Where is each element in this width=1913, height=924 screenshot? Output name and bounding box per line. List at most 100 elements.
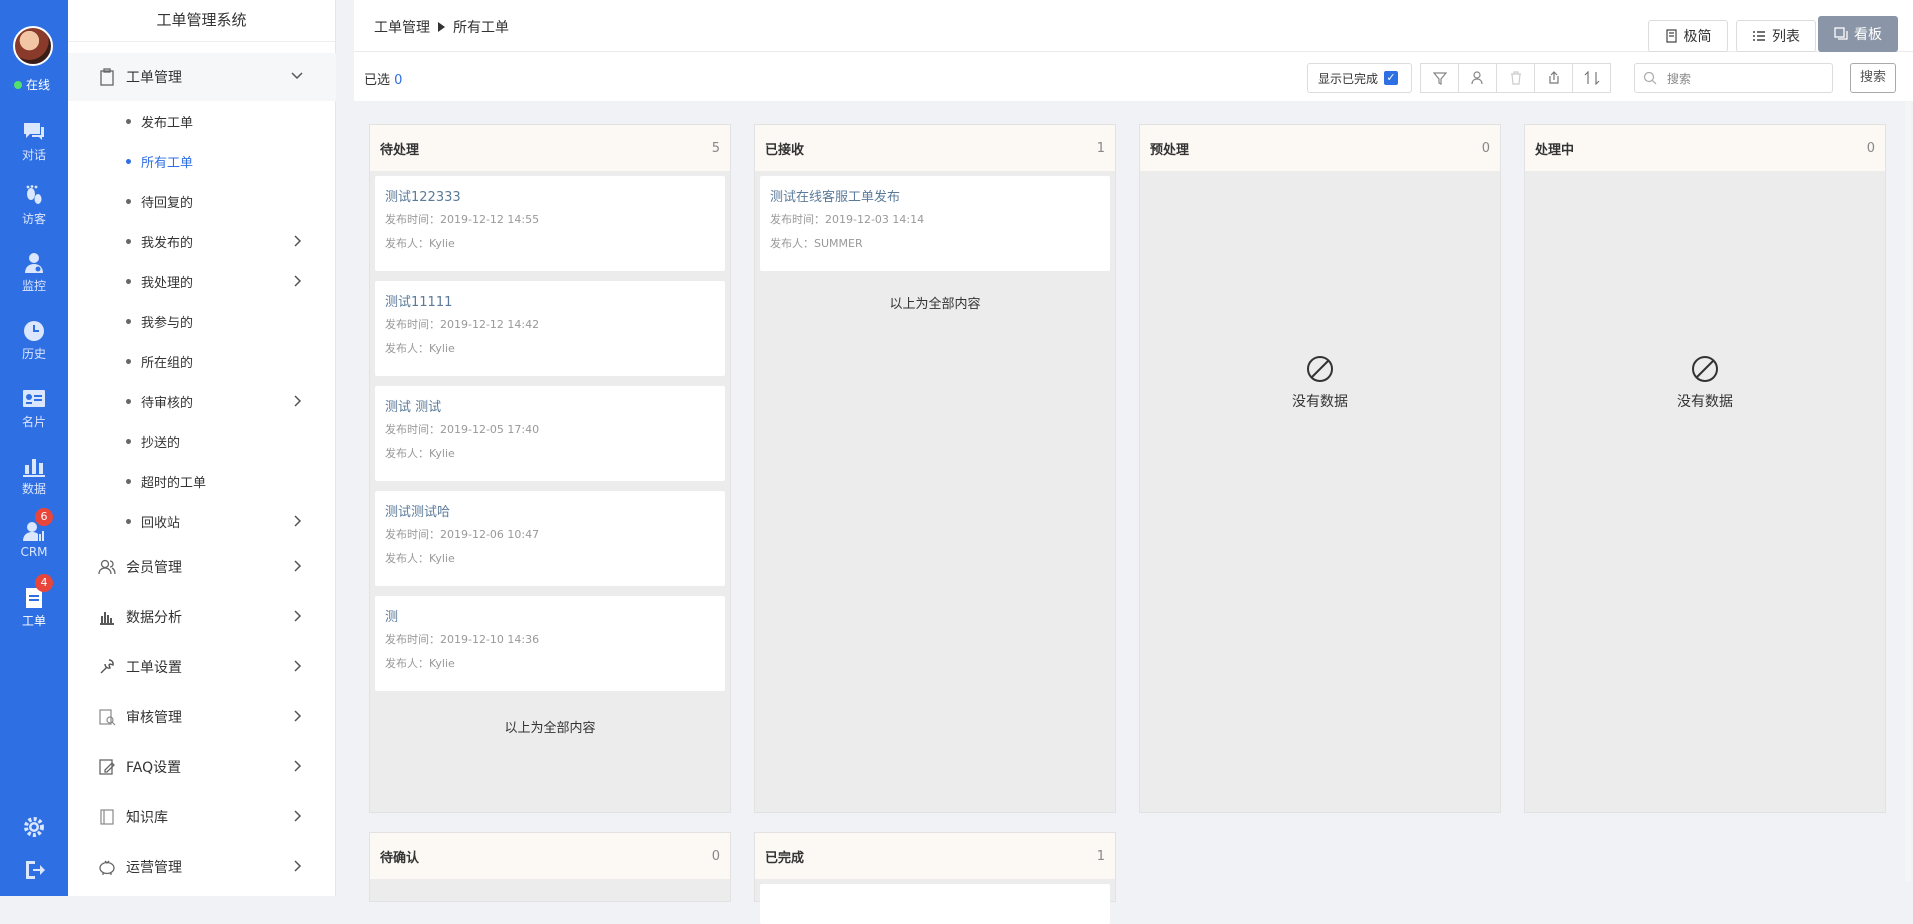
view-board-button[interactable]: 看板 (1818, 16, 1898, 52)
ticket-time: 发布时间：2019-12-12 14:55 (385, 213, 540, 226)
menu-group-kb[interactable]: 知识库 (68, 793, 336, 841)
ticket-card[interactable]: 测试11111 发布时间：2019-12-12 14:42 发布人：Kylie (375, 281, 725, 376)
vertical-scrollbar[interactable] (1905, 102, 1911, 882)
bullet (126, 518, 131, 524)
column-count: 5 (711, 140, 720, 156)
logout-icon[interactable] (22, 858, 46, 882)
export-icon (1548, 71, 1559, 84)
menu-sub-publish[interactable]: 发布工单 (68, 101, 336, 141)
show-completed-toggle[interactable]: 显示已完成 ✓ (1307, 63, 1412, 93)
ticket-author: 发布人：SUMMER (770, 237, 863, 250)
rail-item-monitor[interactable]: 监控 (0, 252, 68, 294)
icon-rail: 在线 对话 访客 监控 历史 名片 数据 CRM 6 工单 4 (0, 0, 68, 896)
chevron-right-icon (294, 560, 302, 572)
ticket-card[interactable]: 测试测试哈 发布时间：2019-12-06 10:47 发布人：Kylie (375, 491, 725, 586)
menu-sub-pending-review[interactable]: 待审核的 (68, 381, 336, 421)
chevron-right-icon (294, 860, 302, 872)
rail-item-card[interactable]: 名片 (0, 388, 68, 430)
ticket-title[interactable]: 测 (385, 606, 715, 625)
rail-item-visitor[interactable]: 访客 (0, 185, 68, 227)
menu-group-faq[interactable]: FAQ设置 (68, 743, 336, 791)
ticket-time: 发布时间：2019-12-06 10:47 (385, 528, 540, 541)
ticket-card[interactable]: 测试122333 发布时间：2019-12-12 14:55 发布人：Kylie (375, 176, 725, 271)
chevron-right-icon (294, 235, 302, 247)
ticket-title[interactable]: 测试11111 (385, 291, 715, 310)
delete-button[interactable] (1496, 63, 1535, 93)
bullet (126, 358, 131, 364)
menu-sub-participated[interactable]: 我参与的 (68, 301, 336, 341)
rail-item-crm[interactable]: CRM (0, 520, 68, 559)
rail-label: 监控 (21, 279, 46, 293)
menu-title: 工单管理系统 (68, 0, 335, 42)
ticket-title[interactable]: 测试测试哈 (385, 501, 715, 520)
footprint-icon (26, 185, 42, 204)
ticket-title[interactable]: 测试在线客服工单发布 (770, 186, 1100, 205)
column-pending: 待处理 5 测试122333 发布时间：2019-12-12 14:55 发布人：Ky… (369, 124, 731, 813)
menu-sub-my-group[interactable]: 所在组的 (68, 341, 336, 381)
column-title: 待确认 (380, 850, 420, 866)
menu-group-label: 工单管理 (126, 70, 182, 86)
bullet (126, 238, 131, 244)
members-icon (98, 559, 116, 575)
menu-group-review[interactable]: 审核管理 (68, 693, 336, 741)
selected-count: 已选 0 (364, 69, 402, 88)
rail-item-ticket[interactable]: 工单 (0, 587, 68, 629)
avatar[interactable] (13, 26, 53, 66)
menu-sub-my-published[interactable]: 我发布的 (68, 221, 336, 261)
filter-button[interactable] (1420, 63, 1459, 93)
bullet (126, 198, 131, 204)
menu-group-member[interactable]: 会员管理 (68, 543, 336, 591)
column-count: 1 (1096, 140, 1105, 156)
main-area: 工单管理 所有工单 极简 列表 看板 已选 0 显示已完成 ✓ 搜索 搜索 待处… (354, 0, 1913, 924)
rail-item-chat[interactable]: 对话 (0, 121, 68, 163)
kanban-board: 待处理 5 测试122333 发布时间：2019-12-12 14:55 发布人：Ky… (354, 101, 1913, 924)
rail-item-data[interactable]: 数据 (0, 455, 68, 497)
menu-sub-all[interactable]: 所有工单 (68, 141, 336, 181)
ticket-card[interactable]: 测试在线客服工单发布 发布时间：2019-12-03 14:14 发布人：SUMME… (760, 176, 1110, 271)
view-simple-button[interactable]: 极简 (1648, 20, 1728, 52)
breadcrumb-root[interactable]: 工单管理 (374, 17, 430, 37)
column-processing: 处理中 0 没有数据 (1524, 124, 1886, 813)
ticket-card[interactable]: 测试 测试 发布时间：2019-12-05 17:40 发布人：Kylie (375, 386, 725, 481)
menu-sub-pending-reply[interactable]: 待回复的 (68, 181, 336, 221)
search-input[interactable]: 搜索 (1634, 63, 1833, 93)
ticket-card[interactable] (760, 884, 1110, 924)
ticket-card[interactable]: 测发布时间：2019-12-10 14:36 发布人：Kylie (375, 596, 725, 691)
menu-group-ticket[interactable]: 工单管理 (68, 53, 336, 101)
menu-group-label: 会员管理 (126, 560, 182, 576)
rail-item-history[interactable]: 历史 (0, 320, 68, 362)
ticket-title[interactable]: 测试 测试 (385, 396, 715, 415)
column-header: 已接收 1 (755, 125, 1115, 171)
online-dot (14, 80, 22, 89)
filter-icon (1432, 72, 1447, 85)
menu-sub-my-handled[interactable]: 我处理的 (68, 261, 336, 301)
online-status-label: 在线 (26, 78, 51, 92)
menu-sub-label: 我发布的 (141, 235, 194, 251)
menu-group-analysis[interactable]: 数据分析 (68, 593, 336, 641)
ticket-title[interactable]: 测试122333 (385, 186, 715, 205)
ticket-time: 发布时间：2019-12-10 14:36 (385, 633, 540, 646)
menu-group-ops[interactable]: 运营管理 (68, 843, 336, 891)
menu-group-label: 工单设置 (126, 660, 182, 676)
menu-sub-overdue[interactable]: 超时的工单 (68, 461, 336, 501)
rail-label: 访客 (21, 212, 46, 226)
column-header: 预处理 0 (1140, 125, 1500, 171)
export-button[interactable] (1534, 63, 1573, 93)
menu-sub-label: 所在组的 (141, 355, 194, 371)
document-search-icon (99, 709, 116, 726)
rail-label: 数据 (21, 482, 46, 496)
menu-group-label: FAQ设置 (126, 760, 182, 776)
view-list-button[interactable]: 列表 (1736, 20, 1816, 52)
sort-button[interactable] (1572, 63, 1611, 93)
menu-sub-cc[interactable]: 抄送的 (68, 421, 336, 461)
piggy-bank-icon (99, 860, 115, 875)
menu-group-settings[interactable]: 工单设置 (68, 643, 336, 691)
gear-icon[interactable] (22, 815, 46, 839)
assign-button[interactable] (1458, 63, 1497, 93)
card-icon (23, 390, 45, 407)
menu-sub-recycle[interactable]: 回收站 (68, 501, 336, 541)
search-button[interactable]: 搜索 (1850, 63, 1896, 93)
book-icon (100, 809, 114, 825)
trash-icon (1510, 71, 1521, 85)
ticket-author: 发布人：Kylie (385, 342, 455, 355)
